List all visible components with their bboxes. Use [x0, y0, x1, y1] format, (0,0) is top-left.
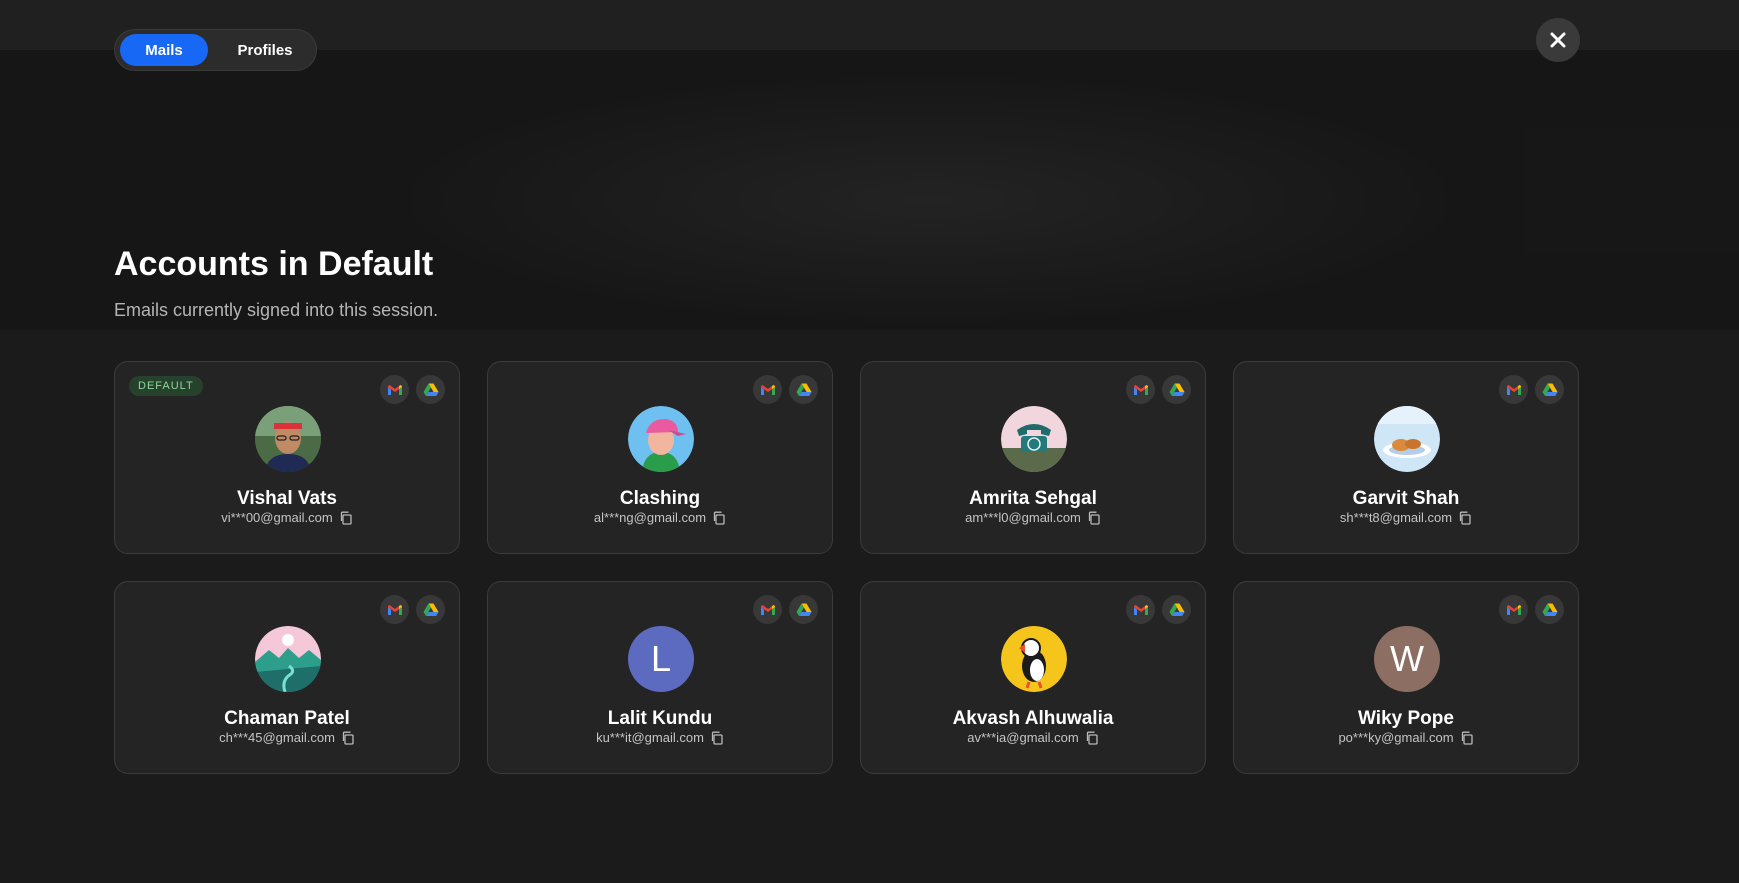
account-card[interactable]: W Wiky Pope po***ky@gmail.com: [1233, 581, 1579, 774]
close-button[interactable]: [1536, 18, 1580, 62]
google-drive-button[interactable]: [1535, 595, 1564, 624]
gmail-icon: [387, 384, 402, 395]
account-email: av***ia@gmail.com: [967, 730, 1079, 745]
gmail-icon: [1133, 384, 1148, 395]
avatar: [1001, 406, 1067, 472]
google-drive-button[interactable]: [789, 375, 818, 404]
email-row: al***ng@gmail.com: [488, 510, 832, 525]
gmail-icon: [760, 604, 775, 615]
avatar: W: [1374, 626, 1440, 692]
google-drive-button[interactable]: [1162, 595, 1191, 624]
account-name: Garvit Shah: [1352, 488, 1460, 509]
gmail-icon: [1506, 384, 1521, 395]
account-card[interactable]: Akvash Alhuwalia av***ia@gmail.com: [860, 581, 1206, 774]
avatar: [255, 626, 321, 692]
gmail-button[interactable]: [380, 595, 409, 624]
account-name: Vishal Vats: [237, 488, 337, 509]
gmail-button[interactable]: [753, 375, 782, 404]
account-email: al***ng@gmail.com: [593, 510, 707, 525]
avatar: [255, 406, 321, 472]
gmail-button[interactable]: [1126, 595, 1155, 624]
default-badge: DEFAULT: [129, 376, 203, 396]
account-email: sh***t8@gmail.com: [1339, 510, 1453, 525]
google-drive-button[interactable]: [1535, 375, 1564, 404]
account-name: Clashing: [619, 488, 701, 509]
avatar-letter: W: [1390, 638, 1424, 679]
copy-icon[interactable]: [1458, 511, 1472, 525]
tab-profiles[interactable]: Profiles: [217, 34, 313, 66]
copy-icon[interactable]: [1085, 731, 1099, 745]
page-subtitle: Emails currently signed into this sessio…: [114, 300, 439, 320]
close-icon: [1550, 32, 1566, 48]
google-drive-icon: [796, 383, 811, 396]
gmail-button[interactable]: [1499, 595, 1528, 624]
puffin-icon: [1001, 626, 1067, 692]
copy-icon[interactable]: [710, 731, 724, 745]
email-row: av***ia@gmail.com: [861, 730, 1205, 745]
account-email: ch***45@gmail.com: [219, 730, 335, 745]
account-name: Wiky Pope: [1358, 708, 1454, 729]
copy-icon[interactable]: [1460, 731, 1474, 745]
copy-icon[interactable]: [339, 511, 353, 525]
account-email: po***ky@gmail.com: [1338, 730, 1454, 745]
email-row: ku***it@gmail.com: [488, 730, 832, 745]
cartoon-cap-icon: [628, 406, 694, 472]
google-drive-icon: [1542, 603, 1557, 616]
account-card[interactable]: DEFAULT Vishal Vats vi***00@gmail.com: [114, 361, 460, 554]
google-drive-icon: [1169, 383, 1184, 396]
avatar: [628, 406, 694, 472]
google-drive-icon: [423, 383, 438, 396]
gmail-button[interactable]: [380, 375, 409, 404]
email-row: am***l0@gmail.com: [861, 510, 1205, 525]
email-row: ch***45@gmail.com: [115, 730, 459, 745]
gmail-icon: [1506, 604, 1521, 615]
account-card[interactable]: L Lalit Kundu ku***it@gmail.com: [487, 581, 833, 774]
account-card[interactable]: Chaman Patel ch***45@gmail.com: [114, 581, 460, 774]
gmail-button[interactable]: [1126, 375, 1155, 404]
google-drive-icon: [1542, 383, 1557, 396]
google-drive-icon: [423, 603, 438, 616]
photo-person-icon: [255, 406, 321, 472]
email-row: vi***00@gmail.com: [115, 510, 459, 525]
food-plate-icon: [1374, 406, 1440, 472]
gmail-button[interactable]: [753, 595, 782, 624]
avatar: L: [628, 626, 694, 692]
account-card[interactable]: Clashing al***ng@gmail.com: [487, 361, 833, 554]
google-drive-button[interactable]: [416, 595, 445, 624]
account-card[interactable]: Amrita Sehgal am***l0@gmail.com: [860, 361, 1206, 554]
avatar: [1001, 626, 1067, 692]
google-drive-icon: [1169, 603, 1184, 616]
tab-mails[interactable]: Mails: [120, 34, 208, 66]
google-drive-button[interactable]: [416, 375, 445, 404]
copy-icon[interactable]: [341, 731, 355, 745]
landscape-icon: [255, 626, 321, 692]
account-name: Lalit Kundu: [607, 708, 713, 729]
account-email: am***l0@gmail.com: [965, 510, 1081, 525]
gmail-icon: [387, 604, 402, 615]
avatar-letter: L: [650, 638, 672, 679]
google-drive-button[interactable]: [789, 595, 818, 624]
telephone-icon: [1001, 406, 1067, 472]
google-drive-button[interactable]: [1162, 375, 1191, 404]
copy-icon[interactable]: [1087, 511, 1101, 525]
account-email: ku***it@gmail.com: [596, 730, 704, 745]
gmail-icon: [760, 384, 775, 395]
google-drive-icon: [796, 603, 811, 616]
account-card[interactable]: Garvit Shah sh***t8@gmail.com: [1233, 361, 1579, 554]
gmail-button[interactable]: [1499, 375, 1528, 404]
account-email: vi***00@gmail.com: [221, 510, 333, 525]
account-name: Akvash Alhuwalia: [952, 708, 1114, 729]
gmail-icon: [1133, 604, 1148, 615]
account-name: Chaman Patel: [224, 708, 350, 729]
avatar: [1374, 406, 1440, 472]
email-row: sh***t8@gmail.com: [1234, 510, 1578, 525]
account-name: Amrita Sehgal: [969, 488, 1097, 509]
copy-icon[interactable]: [712, 511, 726, 525]
page-title: Accounts in Default: [114, 245, 434, 283]
email-row: po***ky@gmail.com: [1234, 730, 1578, 745]
background-glow: [380, 70, 1480, 330]
view-toggle: Mails Profiles: [114, 29, 317, 71]
